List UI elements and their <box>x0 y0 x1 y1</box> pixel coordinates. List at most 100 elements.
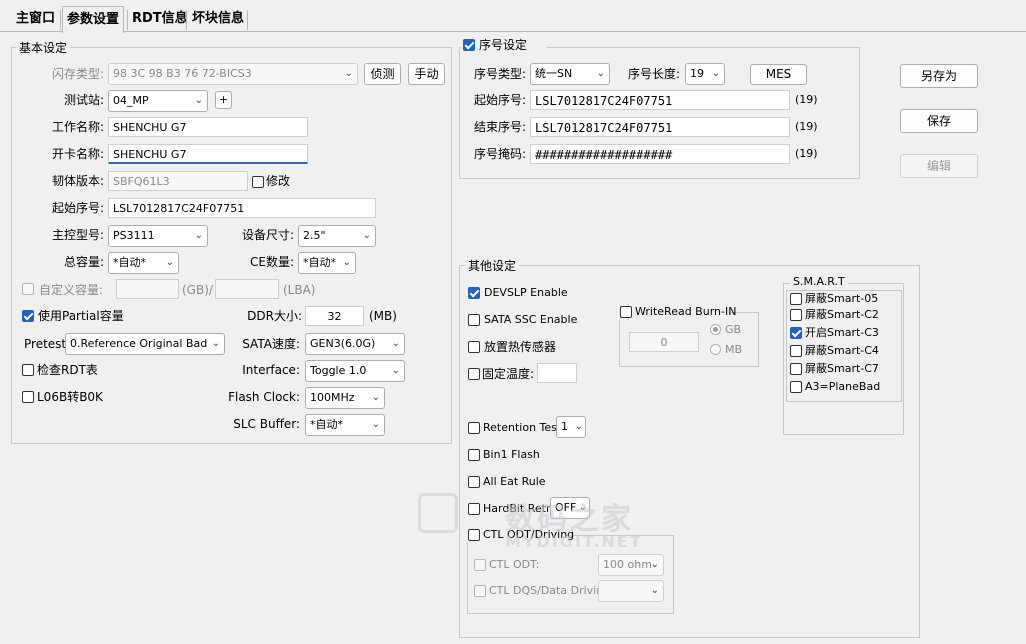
capacity-select[interactable]: *自动* ⌄ <box>108 252 179 274</box>
custom-capacity-checkbox[interactable] <box>22 283 34 295</box>
thermal-sensor-label: 放置热传感器 <box>484 340 557 354</box>
fixed-temperature-input[interactable] <box>537 363 577 383</box>
mb-radio-label: MB <box>725 343 743 356</box>
ctl-dqs-driving-select[interactable]: ⌄ <box>598 580 664 602</box>
sata-ssc-enable-checkbox[interactable] <box>468 314 480 326</box>
ddr-size-input[interactable]: 32 <box>305 306 364 326</box>
chevron-down-icon: ⌄ <box>371 419 380 430</box>
slc-buffer-value: *自动* <box>310 418 343 431</box>
ce-count-label: CE数量: <box>249 255 294 269</box>
smart-item-checkbox[interactable] <box>790 363 802 375</box>
chevron-down-icon: ⌄ <box>650 585 659 596</box>
controller-select[interactable]: PS3111 ⌄ <box>108 225 208 247</box>
writeread-burnin-input[interactable]: 0 <box>629 332 699 352</box>
chevron-down-icon: ⌄ <box>165 257 174 268</box>
fixed-temperature-label: 固定温度: <box>482 367 535 381</box>
add-station-button[interactable]: + <box>215 91 232 109</box>
ctl-dqs-driving-label: CTL DQS/Data Driving: <box>489 584 614 597</box>
ctl-odt-label: CTL ODT: <box>489 558 540 571</box>
sata-ssc-enable-label: SATA SSC Enable <box>484 313 578 326</box>
chevron-down-icon: ⌄ <box>391 365 400 376</box>
chevron-down-icon: ⌄ <box>596 68 605 79</box>
ctl-odt-value: 100 ohm <box>603 558 652 571</box>
fixed-temperature-checkbox[interactable] <box>468 368 480 380</box>
sata-speed-select[interactable]: GEN3(6.0G) ⌄ <box>305 333 405 355</box>
flash-type-select[interactable]: 98 3C 98 B3 76 72-BICS3 ⌄ <box>108 63 358 85</box>
serial-start-label: 起始序号: <box>473 93 526 107</box>
ce-count-value: *自动* <box>303 256 336 269</box>
ddr-size-unit: (MB) <box>369 309 397 323</box>
firmware-version-label: 韧体版本: <box>51 174 104 188</box>
sata-speed-value: GEN3(6.0G) <box>310 337 376 350</box>
custom-capacity-lba-input[interactable] <box>215 279 279 299</box>
save-as-button[interactable]: 另存为 <box>900 64 978 88</box>
pretest-select[interactable]: 0.Reference Original Bad ⌄ <box>65 333 225 355</box>
ctl-odt-checkbox[interactable] <box>474 559 486 571</box>
smart-item-checkbox[interactable] <box>790 309 802 321</box>
interface-select[interactable]: Toggle 1.0 ⌄ <box>305 360 405 382</box>
controller-value: PS3111 <box>113 229 155 242</box>
mes-button[interactable]: MES <box>750 64 807 85</box>
work-name-label: 工作名称: <box>51 120 104 134</box>
serial-type-label: 序号类型: <box>473 67 526 81</box>
chevron-down-icon: ⌄ <box>362 230 371 241</box>
ctl-odt-select[interactable]: 100 ohm ⌄ <box>598 554 664 576</box>
firmware-version-input[interactable]: SBFQ61L3 <box>108 171 248 191</box>
edit-button[interactable]: 编辑 <box>900 154 978 178</box>
serial-end-input[interactable]: LSL7012817C24F07751 <box>530 117 790 137</box>
tab-rdt-info[interactable]: RDT信息 <box>128 8 192 30</box>
smart-item-checkbox[interactable] <box>790 293 802 305</box>
detect-button[interactable]: 侦测 <box>364 63 401 85</box>
check-rdt-checkbox[interactable] <box>22 364 34 376</box>
all-eat-rule-checkbox[interactable] <box>468 476 480 488</box>
use-partial-capacity-checkbox[interactable] <box>22 310 34 322</box>
pretest-value: 0.Reference Original Bad <box>70 337 208 350</box>
card-name-input[interactable]: SHENCHU G7 <box>108 144 308 164</box>
retention-test-value: 1 <box>561 420 568 433</box>
mb-radio[interactable] <box>710 344 721 355</box>
serial-mask-count: (19) <box>795 147 818 160</box>
devslp-enable-checkbox[interactable] <box>468 287 480 299</box>
ce-count-select[interactable]: *自动* ⌄ <box>298 252 356 274</box>
smart-item-checkbox[interactable] <box>790 381 802 393</box>
ctl-dqs-driving-checkbox[interactable] <box>474 585 486 597</box>
ctl-odt-driving-checkbox[interactable] <box>468 529 480 541</box>
serial-type-select[interactable]: 统一SN ⌄ <box>530 63 610 85</box>
smart-item-checkbox[interactable] <box>790 327 802 339</box>
serial-mask-input[interactable]: ################### <box>530 144 790 164</box>
writeread-burnin-checkbox[interactable] <box>620 306 632 318</box>
serial-mask-label: 序号掩码: <box>473 147 526 161</box>
bin1-flash-checkbox[interactable] <box>468 449 480 461</box>
gb-radio[interactable] <box>710 324 721 335</box>
start-serial-input[interactable]: LSL7012817C24F07751 <box>108 198 376 218</box>
serial-start-input[interactable]: LSL7012817C24F07751 <box>530 90 790 110</box>
work-name-input[interactable]: SHENCHU G7 <box>108 117 308 137</box>
hardbit-retry-checkbox[interactable] <box>468 503 480 515</box>
tab-separator <box>60 10 61 30</box>
pretest-label: Pretest: <box>24 337 71 351</box>
serial-end-label: 结束序号: <box>473 120 526 134</box>
serial-settings-title: 序号设定 <box>479 38 528 52</box>
tab-main-window[interactable]: 主窗口 <box>12 8 59 30</box>
station-select[interactable]: 04_MP ⌄ <box>108 90 208 112</box>
modify-label: 修改 <box>266 174 291 188</box>
tab-parameter-settings[interactable]: 参数设置 <box>62 6 125 33</box>
save-button[interactable]: 保存 <box>900 109 978 133</box>
retention-test-select[interactable]: 1 ⌄ <box>556 416 586 438</box>
device-size-select[interactable]: 2.5" ⌄ <box>298 225 376 247</box>
serial-settings-checkbox[interactable] <box>463 39 475 51</box>
retention-test-checkbox[interactable] <box>468 422 480 434</box>
serial-length-select[interactable]: 19 ⌄ <box>685 63 725 85</box>
smart-item-checkbox[interactable] <box>790 345 802 357</box>
manual-button[interactable]: 手动 <box>408 63 445 85</box>
tab-bad-block-info[interactable]: 坏块信息 <box>188 8 248 30</box>
custom-capacity-lba-unit: (LBA) <box>283 283 316 297</box>
slc-buffer-select[interactable]: *自动* ⌄ <box>305 414 385 436</box>
smart-item-label: A3=PlaneBad <box>805 380 881 393</box>
custom-capacity-gb-input[interactable] <box>116 279 179 299</box>
modify-checkbox[interactable] <box>252 176 264 188</box>
l06b-to-b0k-checkbox[interactable] <box>22 391 34 403</box>
thermal-sensor-checkbox[interactable] <box>468 341 480 353</box>
smart-item-label: 开启Smart-C3 <box>805 326 879 339</box>
flash-clock-select[interactable]: 100MHz ⌄ <box>305 387 385 409</box>
